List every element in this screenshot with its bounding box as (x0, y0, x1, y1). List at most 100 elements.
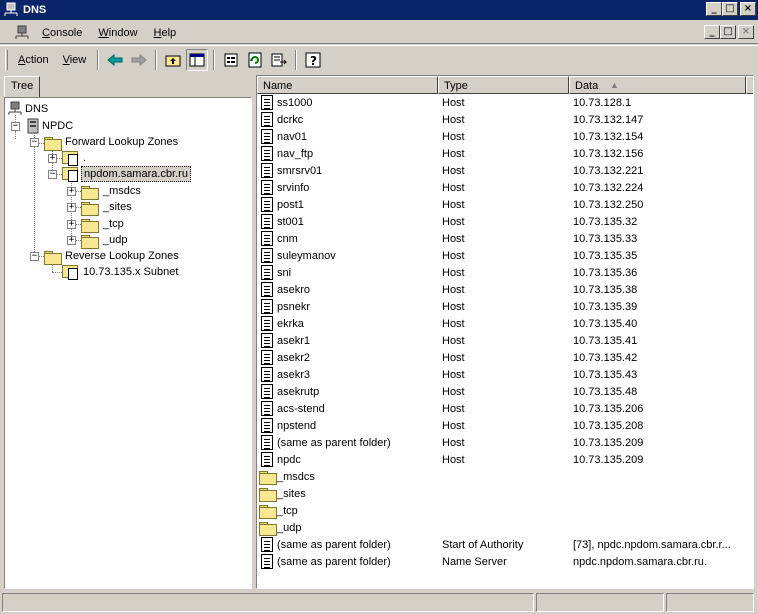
tree-node-npdom-zone[interactable]: npdom.samara.cbr.ru (62, 166, 191, 182)
child-close-button[interactable]: × (738, 25, 754, 39)
help-button[interactable]: ? (302, 49, 324, 71)
tree-expand-tcp[interactable]: + (67, 220, 76, 229)
list-item[interactable]: dcrkc Host 10.73.132.147 (257, 112, 753, 129)
list-item[interactable]: _udp (257, 520, 753, 537)
list-item[interactable]: nav_ftp Host 10.73.132.156 (257, 146, 753, 163)
back-button[interactable] (104, 49, 126, 71)
view-menu[interactable]: View (56, 54, 94, 66)
tree-expand-msdcs[interactable]: + (67, 187, 76, 196)
minimize-icon: _ (709, 26, 715, 37)
list-item[interactable]: srvinfo Host 10.73.132.224 (257, 180, 753, 197)
record-icon (260, 163, 274, 179)
list-item[interactable]: npdc Host 10.73.135.209 (257, 452, 753, 469)
list-item[interactable]: cnm Host 10.73.135.33 (257, 231, 753, 248)
tree-node-dns[interactable]: DNS (7, 101, 50, 117)
list-item[interactable]: suleymanov Host 10.73.135.35 (257, 248, 753, 265)
child-minimize-button[interactable]: _ (704, 25, 720, 39)
tree-node-tcp[interactable]: _tcp (81, 216, 126, 233)
column-header-type[interactable]: Type (438, 76, 569, 94)
tree-node-udp[interactable]: _udp (81, 232, 129, 249)
child-restore-button[interactable]: □ (720, 25, 736, 39)
list-item[interactable]: post1 Host 10.73.132.250 (257, 197, 753, 214)
list-item[interactable]: _msdcs (257, 469, 753, 486)
record-type: Host (442, 352, 465, 364)
column-header-name[interactable]: Name (257, 76, 438, 94)
toolbar-grip[interactable] (5, 49, 8, 70)
record-type: Host (442, 148, 465, 160)
tree-node-forward-lookup-zones[interactable]: Forward Lookup Zones (44, 134, 180, 151)
maximize-button[interactable]: □ (722, 2, 738, 16)
export-list-button[interactable] (268, 49, 290, 71)
column-header-data[interactable]: Data ▲ (569, 76, 746, 94)
list-item[interactable]: (same as parent folder) Name Server npdc.n… (257, 554, 753, 571)
tree-collapse-forward-lookup-zones[interactable]: − (30, 138, 39, 147)
list-item[interactable]: asekr2 Host 10.73.135.42 (257, 350, 753, 367)
toolbar-separator (155, 49, 158, 70)
action-menu[interactable]: Action (11, 54, 56, 66)
list-item[interactable]: asekrutp Host 10.73.135.48 (257, 384, 753, 401)
list-item[interactable]: nav01 Host 10.73.132.154 (257, 129, 753, 146)
list-item[interactable]: sni Host 10.73.135.36 (257, 265, 753, 282)
tree-expand-udp[interactable]: + (67, 236, 76, 245)
record-name: suleymanov (277, 250, 336, 262)
record-data: 10.73.135.43 (573, 369, 638, 381)
record-icon (260, 418, 274, 434)
forward-button[interactable] (128, 49, 150, 71)
list-item[interactable]: _tcp (257, 503, 753, 520)
restore-icon: □ (723, 26, 733, 37)
list-item[interactable]: ss1000 Host 10.73.128.1 (257, 95, 753, 112)
list-item[interactable]: ekrka Host 10.73.135.40 (257, 316, 753, 333)
tree-pane[interactable]: DNS − NPDC − Forward Lookup Zones + . − … (4, 97, 252, 589)
tree-node-label: _udp (103, 234, 128, 246)
tree-node-root-zone[interactable]: . (62, 150, 88, 166)
menu-console[interactable]: Console (34, 27, 90, 39)
refresh-button[interactable] (244, 49, 266, 71)
tree-collapse-npdom-zone[interactable]: − (48, 170, 57, 179)
record-icon (260, 282, 274, 298)
list-item[interactable]: psnekr Host 10.73.135.39 (257, 299, 753, 316)
record-data: 10.73.135.41 (573, 335, 638, 347)
tree-collapse-reverse-lookup-zones[interactable]: − (30, 252, 39, 261)
folder-icon (81, 235, 99, 249)
tab-tree[interactable]: Tree (4, 76, 40, 97)
results-list[interactable]: Name Type Data ▲ ss1000 Host 10.73.128.1 dcr… (256, 75, 754, 589)
title-bar[interactable]: DNS _ □ × (0, 0, 758, 20)
tree-expand-root-zone[interactable]: + (48, 154, 57, 163)
show-hide-tree-button[interactable] (186, 48, 209, 71)
record-name: _msdcs (277, 471, 315, 483)
list-item[interactable]: (same as parent folder) Start of Authorit… (257, 537, 753, 554)
up-one-level-button[interactable] (162, 49, 184, 71)
list-item[interactable]: asekr1 Host 10.73.135.41 (257, 333, 753, 350)
record-name: _udp (277, 522, 302, 534)
record-type: Host (442, 267, 465, 279)
tree-node-reverse-lookup-zones[interactable]: Reverse Lookup Zones (44, 248, 181, 265)
record-icon (260, 95, 274, 111)
record-type: Host (442, 386, 465, 398)
record-icon (260, 350, 274, 366)
folder-icon (259, 486, 277, 502)
list-item[interactable]: asekr3 Host 10.73.135.43 (257, 367, 753, 384)
record-icon (260, 435, 274, 451)
tree-node-sites[interactable]: _sites (81, 199, 134, 216)
list-item[interactable]: st001 Host 10.73.135.32 (257, 214, 753, 231)
tree-expand-sites[interactable]: + (67, 203, 76, 212)
tree-node-npdc[interactable]: NPDC (26, 118, 75, 134)
record-data: 10.73.132.147 (573, 114, 644, 126)
minimize-button[interactable]: _ (706, 2, 722, 16)
list-item[interactable]: _sites (257, 486, 753, 503)
tree-collapse-npdc[interactable]: − (11, 122, 20, 131)
close-button[interactable]: × (740, 2, 756, 16)
list-item[interactable]: npstend Host 10.73.135.208 (257, 418, 753, 435)
record-data: 10.73.135.40 (573, 318, 638, 330)
console-icon[interactable] (14, 25, 30, 41)
record-icon (260, 537, 274, 553)
list-item[interactable]: acs-stend Host 10.73.135.206 (257, 401, 753, 418)
menu-window[interactable]: Window (90, 27, 145, 39)
list-item[interactable]: smrsrv01 Host 10.73.132.221 (257, 163, 753, 180)
properties-button[interactable] (220, 49, 242, 71)
menu-help[interactable]: Help (146, 27, 185, 39)
list-item[interactable]: asekro Host 10.73.135.38 (257, 282, 753, 299)
tree-node-msdcs[interactable]: _msdcs (81, 183, 143, 200)
tree-node-reverse-subnet[interactable]: 10.73.135.x Subnet (62, 264, 180, 280)
list-item[interactable]: (same as parent folder) Host 10.73.135.209 (257, 435, 753, 452)
